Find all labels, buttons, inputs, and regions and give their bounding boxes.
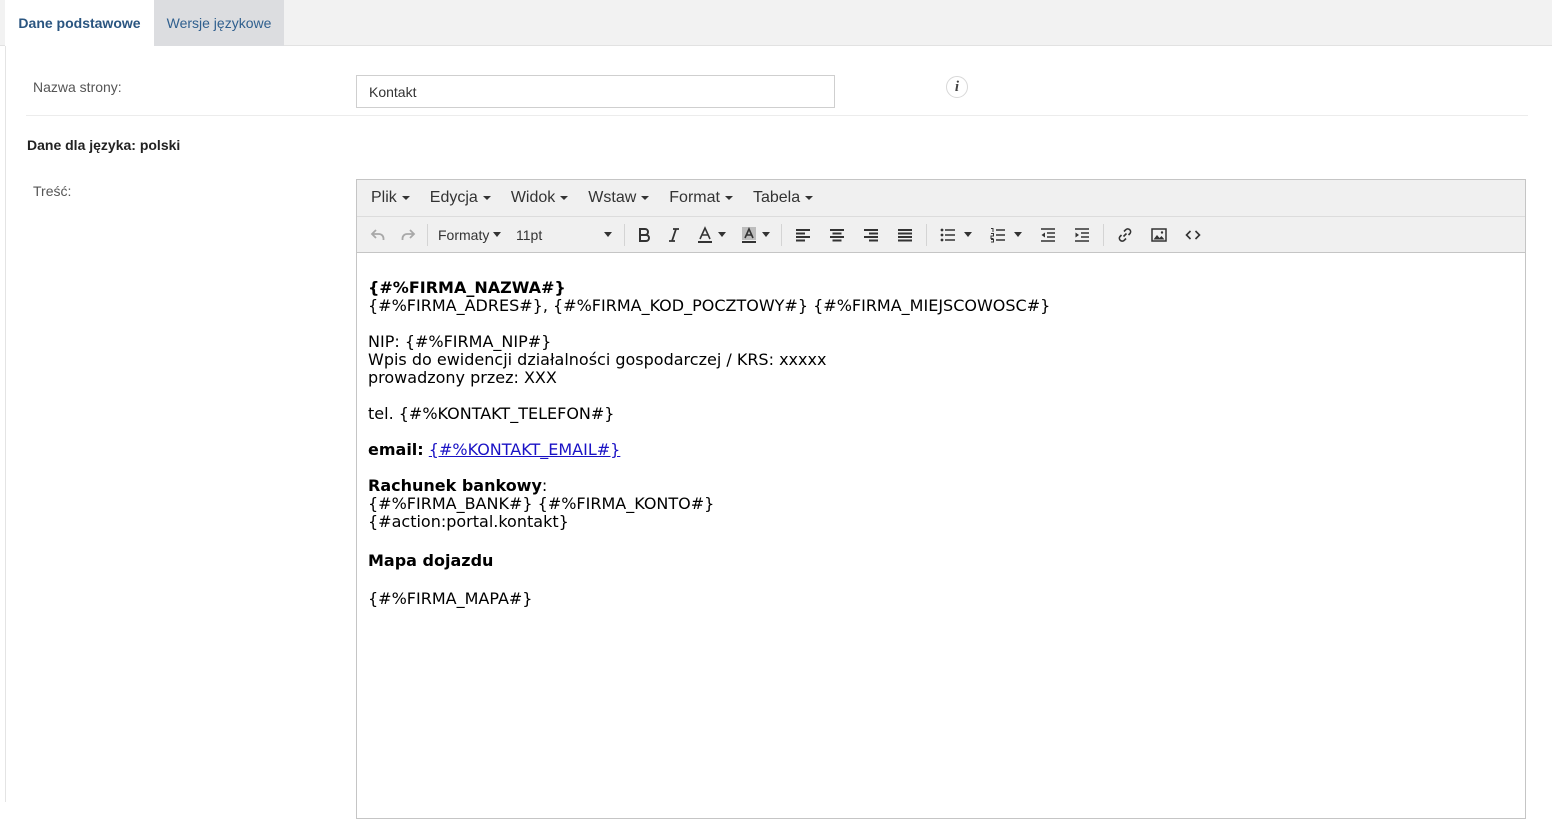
font-size-dropdown[interactable]: 11pt <box>510 221 620 249</box>
nip-line: NIP: {#%FIRMA_NIP#} <box>368 332 552 351</box>
source-code-icon <box>1185 229 1201 240</box>
chevron-down-icon <box>724 196 733 200</box>
align-justify-icon <box>898 228 912 241</box>
align-center-icon <box>830 228 844 241</box>
chevron-down-icon <box>641 196 650 200</box>
background-color-icon <box>742 226 756 243</box>
language-heading: Dane dla języka: polski <box>27 137 181 153</box>
menu-table[interactable]: Tabela <box>743 189 823 207</box>
chevron-down-icon <box>718 232 726 237</box>
separator <box>26 115 1528 116</box>
text-color-button[interactable] <box>689 221 733 249</box>
chevron-down-icon <box>964 232 972 237</box>
tab-bar: Dane podstawowe Wersje językowe <box>0 0 1552 47</box>
align-left-icon <box>796 228 810 241</box>
image-icon <box>1151 227 1167 242</box>
chevron-down-icon <box>604 232 612 237</box>
address-line: {#%FIRMA_ADRES#}, {#%FIRMA_KOD_POCZTOWY#… <box>368 296 1051 315</box>
action-line: {#action:portal.kontakt} <box>368 512 569 531</box>
text-color-icon <box>698 225 712 243</box>
company-name-placeholder: {#%FIRMA_NAZWA#} <box>368 278 566 297</box>
chevron-down-icon <box>401 196 410 200</box>
formats-dropdown[interactable]: Formaty <box>432 221 510 249</box>
chevron-down-icon <box>1014 232 1022 237</box>
menu-insert[interactable]: Wstaw <box>578 189 659 207</box>
align-left-button[interactable] <box>786 221 820 249</box>
italic-icon <box>669 227 679 242</box>
bank-label: Rachunek bankowy <box>368 476 542 495</box>
editor-content-area[interactable]: {#%FIRMA_NAZWA#} {#%FIRMA_ADRES#}, {#%FI… <box>357 253 1525 608</box>
bank-line: {#%FIRMA_BANK#} {#%FIRMA_KONTO#} <box>368 494 715 513</box>
menu-format[interactable]: Format <box>659 189 743 207</box>
redo-button[interactable] <box>393 221 423 249</box>
panel-left-border <box>5 46 6 802</box>
chevron-down-icon <box>560 196 569 200</box>
undo-icon <box>370 228 385 240</box>
page-name-label: Nazwa strony: <box>33 79 122 95</box>
image-button[interactable] <box>1142 221 1176 249</box>
bold-icon <box>639 227 650 242</box>
kept-by-line: prowadzony przez: XXX <box>368 368 557 387</box>
align-center-button[interactable] <box>820 221 854 249</box>
rich-text-editor: Plik Edycja Widok Wstaw Format Tabela Fo… <box>356 179 1526 819</box>
indent-button[interactable] <box>1065 221 1099 249</box>
toolbar-separator <box>781 223 782 246</box>
menu-edit[interactable]: Edycja <box>420 189 501 207</box>
chevron-down-icon <box>482 196 491 200</box>
link-icon <box>1118 227 1132 242</box>
toolbar-separator <box>427 223 428 246</box>
align-justify-button[interactable] <box>888 221 922 249</box>
align-right-button[interactable] <box>854 221 888 249</box>
chevron-down-icon <box>805 196 814 200</box>
outdent-icon <box>1041 227 1055 242</box>
editor-menubar: Plik Edycja Widok Wstaw Format Tabela <box>357 180 1525 217</box>
email-link[interactable]: {#%KONTAKT_EMAIL#} <box>429 440 621 459</box>
source-code-button[interactable] <box>1176 221 1210 249</box>
toolbar-separator <box>624 223 625 246</box>
align-right-icon <box>864 228 878 241</box>
outdent-button[interactable] <box>1031 221 1065 249</box>
email-label: email: <box>368 440 424 459</box>
italic-button[interactable] <box>659 221 689 249</box>
numbered-list-button[interactable] <box>981 221 1031 249</box>
bullet-list-icon <box>940 228 955 241</box>
tab-language-versions[interactable]: Wersje językowe <box>154 0 284 46</box>
bullet-list-button[interactable] <box>931 221 981 249</box>
editor-toolbar: Formaty 11pt <box>357 217 1525 253</box>
menu-view[interactable]: Widok <box>501 189 578 207</box>
page-name-input[interactable] <box>356 75 835 108</box>
bold-button[interactable] <box>629 221 659 249</box>
menu-file[interactable]: Plik <box>361 189 420 207</box>
chevron-down-icon <box>493 232 502 237</box>
registry-line: Wpis do ewidencji działalności gospodarc… <box>368 350 827 369</box>
chevron-down-icon <box>762 232 770 237</box>
undo-button[interactable] <box>363 221 393 249</box>
background-color-button[interactable] <box>733 221 777 249</box>
map-heading: Mapa dojazdu <box>368 551 494 570</box>
redo-icon <box>401 228 416 240</box>
toolbar-separator <box>926 223 927 246</box>
map-line: {#%FIRMA_MAPA#} <box>368 589 533 608</box>
phone-line: tel. {#%KONTAKT_TELEFON#} <box>368 404 615 423</box>
tab-basic-data[interactable]: Dane podstawowe <box>5 0 154 47</box>
email-line: email: {#%KONTAKT_EMAIL#} <box>368 441 1514 459</box>
toolbar-separator <box>1103 223 1104 246</box>
link-button[interactable] <box>1108 221 1142 249</box>
bank-heading-line: Rachunek bankowy: <box>368 476 548 495</box>
info-icon[interactable]: i <box>946 76 968 98</box>
numbered-list-icon <box>990 227 1005 242</box>
indent-icon <box>1075 227 1089 242</box>
content-label: Treść: <box>33 183 72 199</box>
